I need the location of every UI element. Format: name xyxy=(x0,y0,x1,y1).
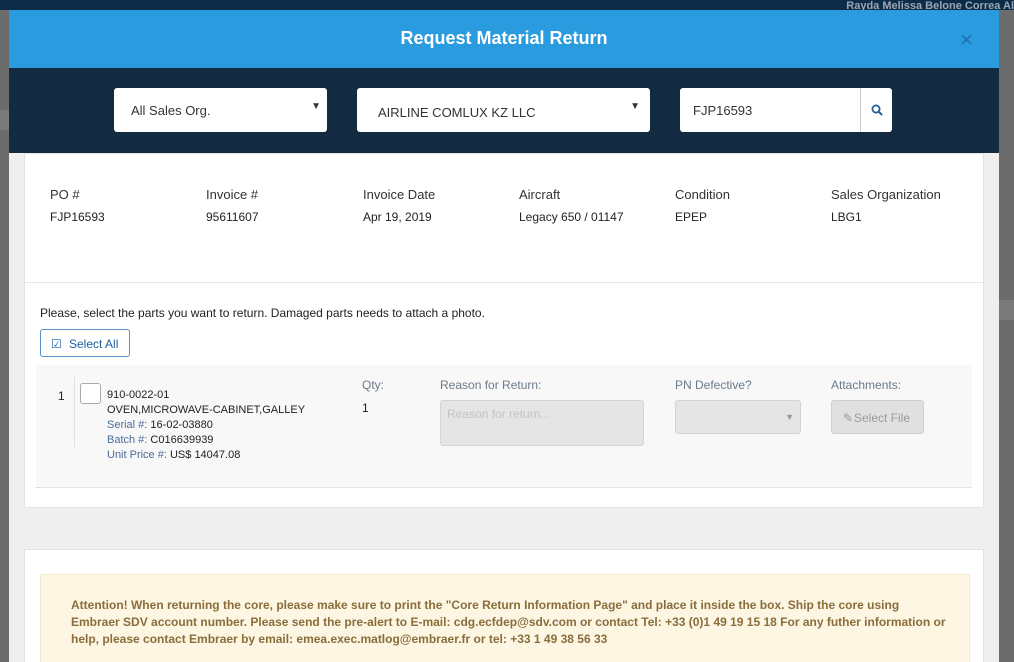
divider xyxy=(25,282,983,283)
aircraft-label: Aircraft xyxy=(519,187,561,202)
order-details-card: PO # FJP16593 Invoice # 95611607 Invoice… xyxy=(24,153,984,508)
aircraft-value: Legacy 650 / 01147 xyxy=(519,210,624,224)
invoice-value: 95611607 xyxy=(206,210,259,224)
part-number: 910-0022-01 xyxy=(107,389,170,401)
attachments-header: Attachments: xyxy=(831,378,902,392)
serial-value: 16-02-03880 xyxy=(150,419,213,431)
attention-text: Attention! When returning the core, plea… xyxy=(71,598,946,646)
filter-bar: All Sales Org. ▼ AIRLINE COMLUX KZ LLC ▼… xyxy=(9,68,999,153)
price-value: US$ 14047.08 xyxy=(169,449,241,461)
pencil-icon: ✎ xyxy=(843,411,854,425)
modal-header: Request Material Return × xyxy=(9,10,999,68)
modal-title: Request Material Return xyxy=(400,28,608,48)
po-search-input[interactable]: FJP16593 xyxy=(693,103,752,118)
serial-label: Serial #: xyxy=(107,419,148,431)
qty-header: Qty: xyxy=(362,378,385,392)
part-description: OVEN,MICROWAVE-CABINET,GALLEY xyxy=(107,404,306,416)
close-button[interactable]: × xyxy=(960,29,973,51)
price-label: Unit Price #: xyxy=(107,449,167,461)
attention-alert: Attention! When returning the core, plea… xyxy=(40,574,970,662)
reason-header: Reason for Return: xyxy=(440,378,542,392)
batch-label: Batch #: xyxy=(107,434,148,446)
sales-org-select-value: All Sales Org. xyxy=(131,103,211,118)
attention-card: Attention! When returning the core, plea… xyxy=(24,549,984,662)
po-search-group: FJP16593 xyxy=(680,88,892,132)
part-index: 1 xyxy=(58,389,65,403)
request-material-return-modal: Request Material Return × All Sales Org.… xyxy=(9,10,999,662)
pn-defective-header: PN Defective? xyxy=(675,378,752,392)
part-row: 1 910-0022-01 OVEN,MICROWAVE-CABINET,GAL… xyxy=(36,365,972,488)
search-icon xyxy=(871,104,883,116)
condition-label: Condition xyxy=(675,187,730,202)
instructions-text: Please, select the parts you want to ret… xyxy=(40,306,485,320)
batch-value: C016639939 xyxy=(150,434,214,446)
pn-defective-select[interactable]: ▼ xyxy=(675,400,801,434)
po-value: FJP16593 xyxy=(50,210,105,224)
chevron-down-icon: ▼ xyxy=(785,412,794,422)
background-left-element xyxy=(0,110,9,130)
select-file-button[interactable]: ✎ Select File xyxy=(831,400,924,434)
select-all-label: Select All xyxy=(69,337,119,351)
sales-organization-label: Sales Organization xyxy=(831,187,941,202)
price-line: Unit Price #: US$ 14047.08 xyxy=(107,448,305,463)
checkbox-icon: ☑ xyxy=(51,337,62,351)
serial-line: Serial #: 16-02-03880 xyxy=(107,418,305,433)
sales-org-select[interactable]: All Sales Org. ▼ xyxy=(114,88,327,132)
chevron-down-icon: ▼ xyxy=(630,101,640,112)
part-details: 910-0022-01 OVEN,MICROWAVE-CABINET,GALLE… xyxy=(107,388,305,463)
background-right-element xyxy=(999,300,1014,320)
qty-value: 1 xyxy=(362,401,369,415)
select-file-label: Select File xyxy=(854,411,911,425)
search-button[interactable] xyxy=(860,88,892,132)
chevron-down-icon: ▼ xyxy=(311,101,321,112)
reason-textarea[interactable] xyxy=(440,400,644,446)
select-all-button[interactable]: ☑ Select All xyxy=(40,329,130,357)
customer-select-value: AIRLINE COMLUX KZ LLC xyxy=(378,105,536,120)
part-checkbox[interactable] xyxy=(80,383,101,404)
customer-select[interactable]: AIRLINE COMLUX KZ LLC ▼ xyxy=(357,88,650,132)
invoice-date-value: Apr 19, 2019 xyxy=(363,210,432,224)
po-label: PO # xyxy=(50,187,80,202)
invoice-date-label: Invoice Date xyxy=(363,187,436,202)
sales-organization-value: LBG1 xyxy=(831,210,862,224)
divider xyxy=(74,377,75,447)
condition-value: EPEP xyxy=(675,210,708,224)
batch-line: Batch #: C016639939 xyxy=(107,433,305,448)
invoice-label: Invoice # xyxy=(206,187,259,202)
